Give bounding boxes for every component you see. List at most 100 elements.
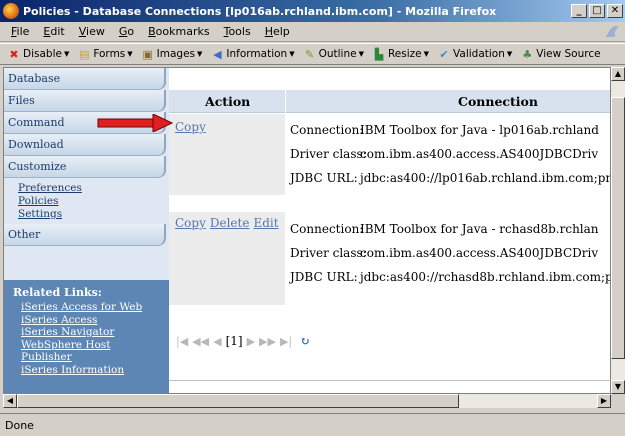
forms-menu[interactable]: ▤ Forms ▼	[73, 47, 136, 61]
info-icon: ◀	[213, 47, 222, 61]
minimize-button[interactable]: _	[571, 4, 587, 18]
close-button[interactable]: ✕	[607, 4, 623, 18]
pencil-icon: ✎	[304, 47, 315, 61]
menu-view[interactable]: View	[72, 25, 112, 38]
scroll-right-icon[interactable]: ▶	[597, 394, 611, 408]
previous-page-icon[interactable]: ◀	[213, 335, 221, 348]
header-connection: Connection	[458, 94, 538, 109]
page-number[interactable]: [1]	[226, 334, 243, 348]
scroll-up-icon[interactable]: ▲	[611, 67, 625, 81]
images-icon: ▣	[142, 47, 153, 61]
table-header: Action Connection	[169, 90, 610, 113]
detail-line: Connection:IBM Toolbox for Java - rchasd…	[290, 222, 599, 236]
menu-file[interactable]: File	[4, 25, 36, 38]
related-link-websphere-host[interactable]: WebSphere Host	[21, 339, 169, 352]
nav-subitem-policies[interactable]: Policies	[18, 195, 59, 207]
related-link-iseries-information[interactable]: iSeries Information	[21, 364, 169, 377]
chevron-down-icon: ▼	[506, 50, 513, 58]
forms-icon: ▤	[79, 47, 90, 61]
web-developer-toolbar: ✖ Disable ▼ ▤ Forms ▼ ▣ Images ▼ ◀ Informat…	[0, 43, 625, 65]
throbber-icon	[606, 26, 619, 37]
red-arrow-annotation-icon	[97, 114, 173, 132]
nav-subitem-settings[interactable]: Settings	[18, 208, 62, 220]
delete-link[interactable]: Delete	[210, 216, 250, 230]
detail-label: Driver class:	[290, 147, 367, 161]
images-menu[interactable]: ▣ Images ▼	[137, 47, 207, 61]
validation-menu[interactable]: ✔ Validation ▼	[433, 47, 516, 61]
window-title: Policies - Database Connections [lp016ab…	[23, 4, 497, 18]
resize-label: Resize	[387, 48, 422, 60]
no-icon: ✖	[9, 47, 19, 61]
main-content: Action Connection Copy Connection:IBM To…	[169, 68, 611, 393]
nav-tab-database[interactable]: Database	[4, 68, 166, 90]
menu-edit[interactable]: Edit	[36, 25, 71, 38]
header-action: Action	[205, 94, 251, 109]
copy-link[interactable]: Copy	[175, 120, 206, 134]
vertical-scroll-thumb[interactable]	[611, 97, 625, 359]
detail-line: Connection:IBM Toolbox for Java - lp016a…	[290, 123, 599, 137]
page-viewport: Database Files Command Download Customiz…	[3, 67, 611, 394]
detail-value: IBM Toolbox for Java - rchasd8b.rchlan	[360, 222, 599, 236]
detail-label: JDBC URL:	[290, 171, 358, 185]
scroll-left-icon[interactable]: ◀	[3, 394, 17, 408]
related-link-iseries-access[interactable]: iSeries Access	[21, 314, 169, 327]
related-link-publisher[interactable]: Publisher	[21, 351, 169, 364]
detail-line: Driver class:com.ibm.as400.access.AS400J…	[290, 147, 598, 161]
resize-icon: ▙	[374, 47, 384, 61]
nav-tab-other[interactable]: Other	[4, 224, 166, 246]
related-link-iseries-access-web[interactable]: iSeries Access for Web	[21, 301, 169, 314]
menu-help[interactable]: Help	[258, 25, 297, 38]
resize-menu[interactable]: ▙ Resize ▼	[368, 47, 433, 61]
previous-group-icon[interactable]: ◀◀	[192, 335, 209, 348]
detail-value: IBM Toolbox for Java - lp016ab.rchland	[360, 123, 599, 137]
last-page-icon[interactable]: ▶|	[280, 335, 292, 348]
information-menu[interactable]: ◀ Information ▼	[206, 47, 298, 61]
detail-value: com.ibm.as400.access.AS400JDBCDriv	[360, 246, 599, 260]
detail-value: jdbc:as400://lp016ab.rchland.ibm.com;pr	[360, 171, 611, 185]
detail-label: Connection:	[290, 123, 364, 137]
source-icon: ♣	[522, 47, 533, 61]
horizontal-scroll-thumb[interactable]	[17, 394, 459, 408]
detail-label: JDBC URL:	[290, 270, 358, 284]
next-group-icon[interactable]: ▶▶	[259, 335, 276, 348]
nav-tab-customize[interactable]: Customize	[4, 156, 166, 178]
disable-menu[interactable]: ✖ Disable ▼	[3, 47, 73, 61]
validation-label: Validation	[453, 48, 505, 60]
edit-link[interactable]: Edit	[253, 216, 278, 230]
detail-line: JDBC URL: jdbc:as400://rchasd8b.rchland.i…	[290, 270, 610, 284]
related-links-panel: Related Links: iSeries Access for Web iS…	[4, 280, 169, 393]
chevron-down-icon: ▼	[289, 50, 295, 58]
divider	[169, 380, 610, 381]
detail-label: Connection:	[290, 222, 364, 236]
menu-tools[interactable]: Tools	[217, 25, 258, 38]
table-row-action-cell: Copy Delete Edit	[169, 212, 285, 305]
status-bar: Done	[0, 413, 625, 436]
outline-label: Outline	[318, 48, 357, 60]
menu-bar: File Edit View Go Bookmarks Tools Help	[0, 22, 625, 42]
horizontal-scrollbar[interactable]: ◀ ▶	[3, 394, 611, 408]
chevron-down-icon: ▼	[63, 50, 70, 58]
firefox-icon	[3, 3, 19, 19]
nav-subitem-preferences[interactable]: Preferences	[18, 182, 82, 194]
menu-go[interactable]: Go	[112, 25, 141, 38]
status-text: Done	[5, 419, 34, 432]
detail-line: Driver class:com.ibm.as400.access.AS400J…	[290, 246, 598, 260]
nav-tab-files[interactable]: Files	[4, 90, 166, 112]
refresh-icon[interactable]: ↻	[300, 334, 310, 348]
information-label: Information	[226, 48, 288, 60]
pagination: |◀ ◀◀ ◀ [1] ▶ ▶▶ ▶| ↻	[176, 334, 310, 348]
view-source-menu[interactable]: ♣ View Source	[516, 47, 604, 61]
nav-tab-download[interactable]: Download	[4, 134, 166, 156]
scroll-down-icon[interactable]: ▼	[611, 380, 625, 394]
chevron-down-icon: ▼	[358, 50, 364, 58]
maximize-button[interactable]: □	[589, 4, 605, 18]
next-page-icon[interactable]: ▶	[247, 335, 255, 348]
vertical-scrollbar[interactable]: ▲ ▼	[611, 67, 625, 394]
related-link-iseries-navigator[interactable]: iSeries Navigator	[21, 326, 169, 339]
first-page-icon[interactable]: |◀	[176, 335, 188, 348]
title-bar[interactable]: Policies - Database Connections [lp016ab…	[0, 0, 625, 22]
outline-menu[interactable]: ✎ Outline ▼	[299, 47, 368, 61]
copy-link[interactable]: Copy	[175, 216, 206, 230]
images-label: Images	[156, 48, 196, 60]
menu-bookmarks[interactable]: Bookmarks	[141, 25, 216, 38]
